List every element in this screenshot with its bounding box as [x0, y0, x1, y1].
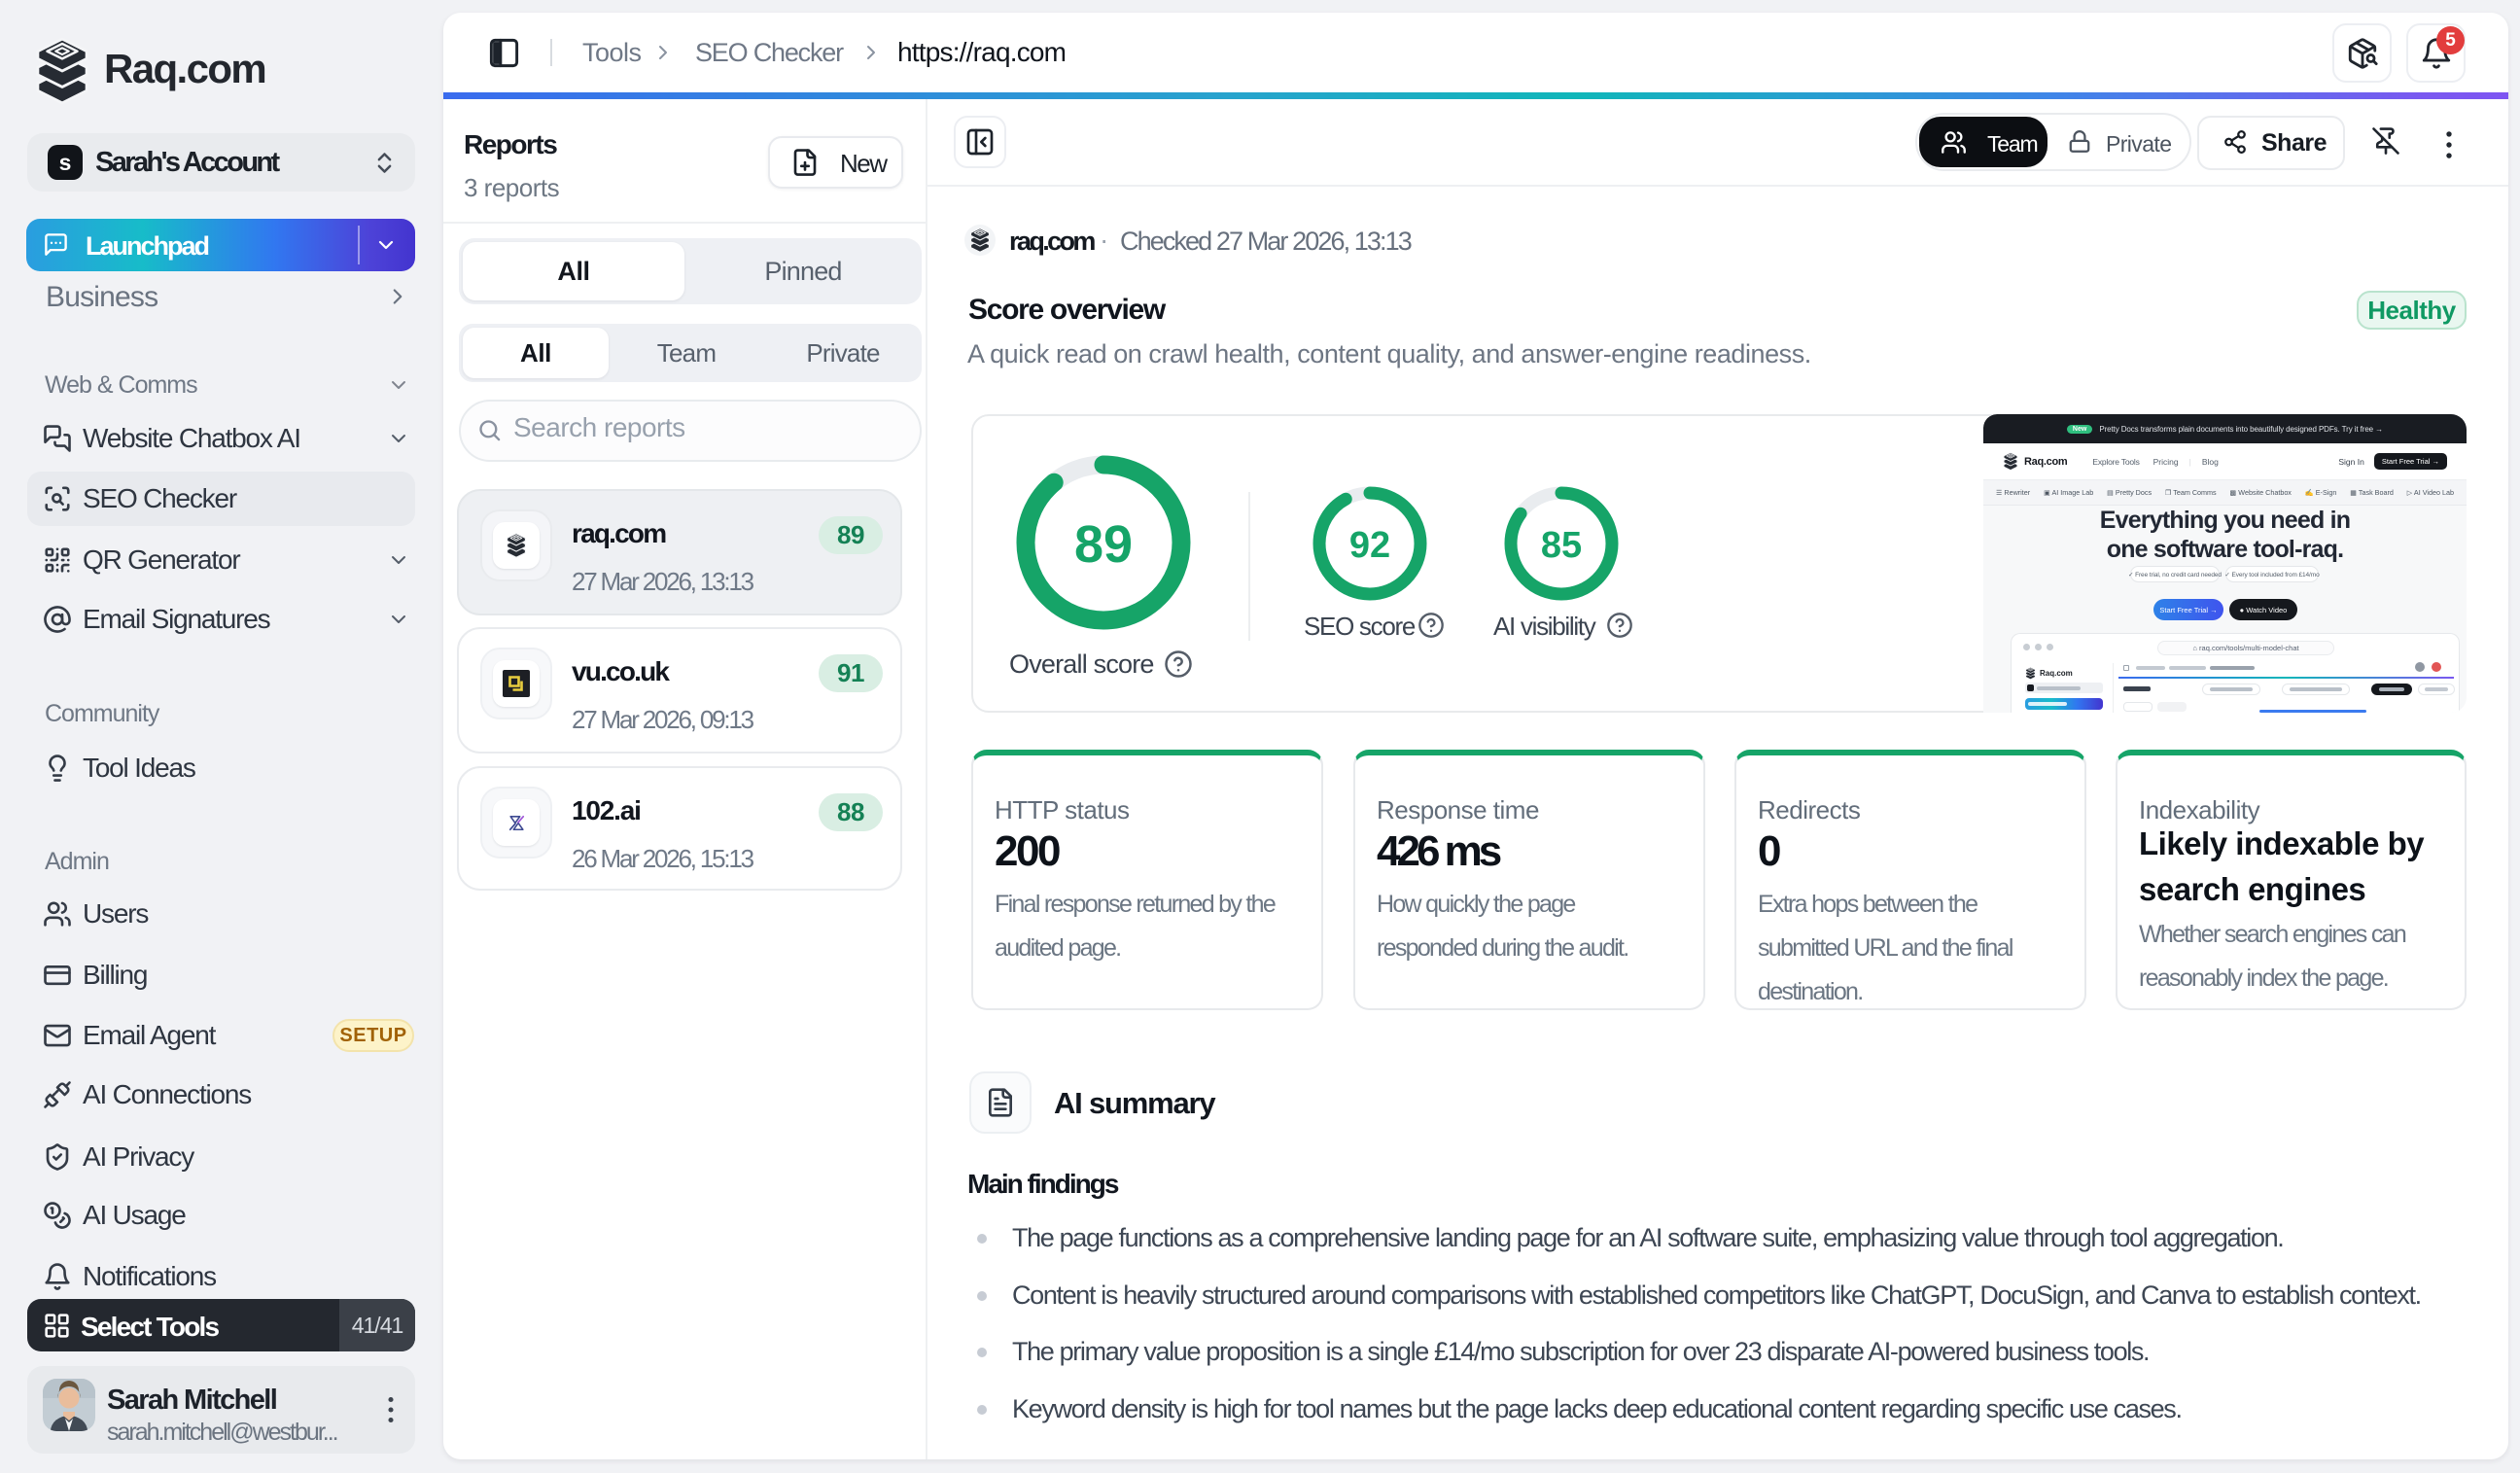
svg-text:89: 89 — [1074, 515, 1133, 574]
svg-text:92: 92 — [1349, 525, 1390, 566]
svg-text:85: 85 — [1541, 525, 1582, 566]
